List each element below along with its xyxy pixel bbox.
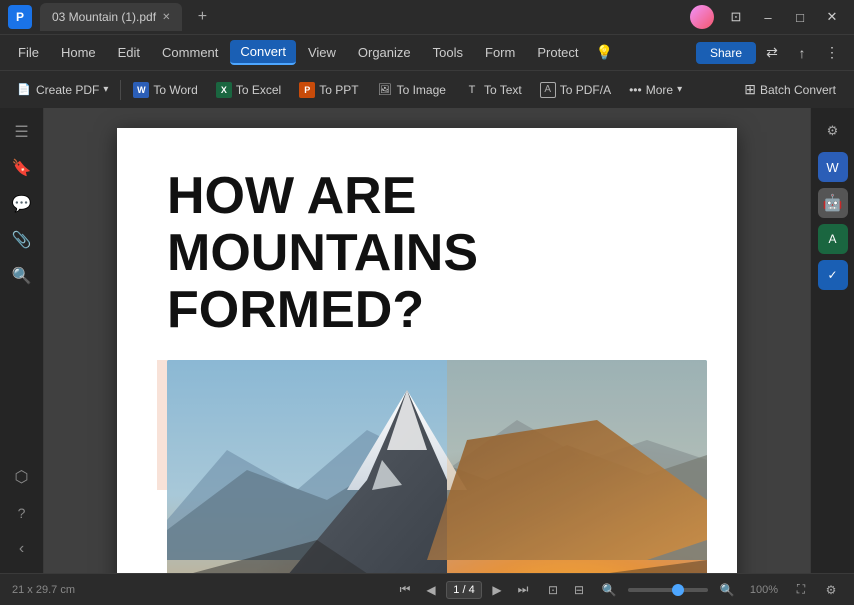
menu-extra-icon[interactable]: 💡 [591, 39, 619, 67]
pdf-viewer: HOW ARE MOUNTAINS FORMED? [44, 108, 810, 573]
zoom-out-button[interactable]: 🔍 [598, 579, 620, 601]
app-logo: P [8, 5, 32, 29]
menu-comment[interactable]: Comment [152, 41, 228, 64]
mountain-svg [167, 360, 707, 573]
batch-icon: ⊞ [744, 81, 756, 98]
sidebar-thumbnail-icon[interactable]: ☰ [6, 116, 38, 148]
sidebar-search-icon[interactable]: 🔍 [6, 260, 38, 292]
left-sidebar: ☰ 🔖 💬 📎 🔍 ⬡ ? ‹ [0, 108, 44, 573]
right-sidebar-ai-icon[interactable]: A [818, 224, 848, 254]
more-options-button[interactable]: ⚙ [820, 579, 842, 601]
first-page-button[interactable]: ⏮ [394, 579, 416, 601]
restore-button[interactable]: ⊡ [722, 3, 750, 31]
maximize-button[interactable]: □ [786, 3, 814, 31]
sidebar-collapse-icon[interactable]: ‹ [6, 533, 38, 565]
convert-toolbar: 📄 Create PDF ▾ W To Word X To Excel P To… [0, 70, 854, 108]
zoom-in-button[interactable]: 🔍 [716, 579, 738, 601]
upload-icon[interactable]: ↑ [788, 39, 816, 67]
sync-icon[interactable]: ⇄ [758, 39, 786, 67]
prev-page-button[interactable]: ◀ [420, 579, 442, 601]
sidebar-layers-icon[interactable]: ⬡ [6, 461, 38, 493]
create-pdf-icon: 📄 [16, 82, 32, 98]
menu-view[interactable]: View [298, 41, 346, 64]
to-ppt-button[interactable]: P To PPT [291, 78, 366, 102]
more-menu-icon[interactable]: ⋮ [818, 39, 846, 67]
batch-convert-button[interactable]: ⊞ Batch Convert [734, 77, 846, 102]
new-tab-button[interactable]: + [190, 5, 214, 29]
close-button[interactable]: ✕ [818, 3, 846, 31]
menu-edit[interactable]: Edit [108, 41, 150, 64]
page-navigation: ⏮ ◀ ▶ ⏭ [394, 579, 534, 601]
create-pdf-button[interactable]: 📄 Create PDF ▾ [8, 78, 116, 102]
sidebar-help-icon[interactable]: ? [6, 497, 38, 529]
status-bar: 21 x 29.7 cm ⏮ ◀ ▶ ⏭ ⊡ ⊟ 🔍 🔍 100% ⛶ ⚙ [0, 573, 854, 605]
tab-filename: 03 Mountain (1).pdf [52, 10, 156, 24]
to-word-icon: W [133, 82, 149, 98]
window-controls: ⊡ – □ ✕ [690, 3, 846, 31]
minimize-button[interactable]: – [754, 3, 782, 31]
menu-home[interactable]: Home [51, 41, 106, 64]
menu-convert[interactable]: Convert [230, 40, 296, 65]
pdf-image-area [167, 360, 687, 573]
fit-page-button[interactable]: ⊡ [542, 579, 564, 601]
menu-form[interactable]: Form [475, 41, 525, 64]
to-word-button[interactable]: W To Word [125, 78, 205, 102]
fit-width-button[interactable]: ⊟ [568, 579, 590, 601]
title-bar: P 03 Mountain (1).pdf ✕ + ⊡ – □ ✕ [0, 0, 854, 34]
to-text-button[interactable]: T To Text [456, 78, 530, 102]
menu-tools[interactable]: Tools [423, 41, 473, 64]
zoom-thumb [672, 584, 684, 596]
pdf-mountain-image [167, 360, 707, 573]
next-page-button[interactable]: ▶ [486, 579, 508, 601]
page-number-input[interactable] [446, 581, 482, 599]
tab-current[interactable]: 03 Mountain (1).pdf ✕ [40, 3, 182, 31]
right-sidebar-word-icon[interactable]: W [818, 152, 848, 182]
right-sidebar-robot-icon[interactable]: 🤖 [818, 188, 848, 218]
pdf-page: HOW ARE MOUNTAINS FORMED? [117, 128, 737, 573]
last-page-button[interactable]: ⏭ [512, 579, 534, 601]
pdf-page-title: HOW ARE MOUNTAINS FORMED? [167, 168, 687, 340]
right-sidebar-settings-icon[interactable]: ⚙ [818, 116, 848, 146]
right-sidebar: ⚙ W 🤖 A ✓ [810, 108, 854, 573]
right-sidebar-blue-icon[interactable]: ✓ [818, 260, 848, 290]
to-text-icon: T [464, 82, 480, 98]
to-image-button[interactable]: 🖼 To Image [369, 78, 454, 102]
to-image-icon: 🖼 [377, 82, 393, 98]
user-avatar[interactable] [690, 5, 714, 29]
to-pdfa-button[interactable]: A To PDF/A [532, 78, 619, 102]
menu-file[interactable]: File [8, 41, 49, 64]
menu-bar: File Home Edit Comment Convert View Orga… [0, 34, 854, 70]
menu-protect[interactable]: Protect [527, 41, 588, 64]
to-ppt-icon: P [299, 82, 315, 98]
more-dots-icon: ••• [629, 83, 642, 97]
mountain-scene [167, 360, 707, 573]
zoom-slider[interactable] [628, 588, 708, 592]
main-content: ☰ 🔖 💬 📎 🔍 ⬡ ? ‹ HOW ARE MOUNTAINS FORMED… [0, 108, 854, 573]
sidebar-bookmark-icon[interactable]: 🔖 [6, 152, 38, 184]
zoom-percentage: 100% [746, 584, 782, 596]
more-button[interactable]: ••• More ▾ [621, 79, 690, 101]
page-dimensions: 21 x 29.7 cm [12, 584, 75, 596]
fullscreen-button[interactable]: ⛶ [790, 579, 812, 601]
tab-close-icon[interactable]: ✕ [162, 12, 170, 23]
toolbar-divider-1 [120, 80, 121, 100]
view-controls: ⊡ ⊟ [542, 579, 590, 601]
to-excel-button[interactable]: X To Excel [208, 78, 289, 102]
menu-organize[interactable]: Organize [348, 41, 421, 64]
sidebar-comment-icon[interactable]: 💬 [6, 188, 38, 220]
sidebar-attachment-icon[interactable]: 📎 [6, 224, 38, 256]
share-button[interactable]: Share [696, 42, 756, 64]
to-pdfa-icon: A [540, 82, 556, 98]
to-excel-icon: X [216, 82, 232, 98]
